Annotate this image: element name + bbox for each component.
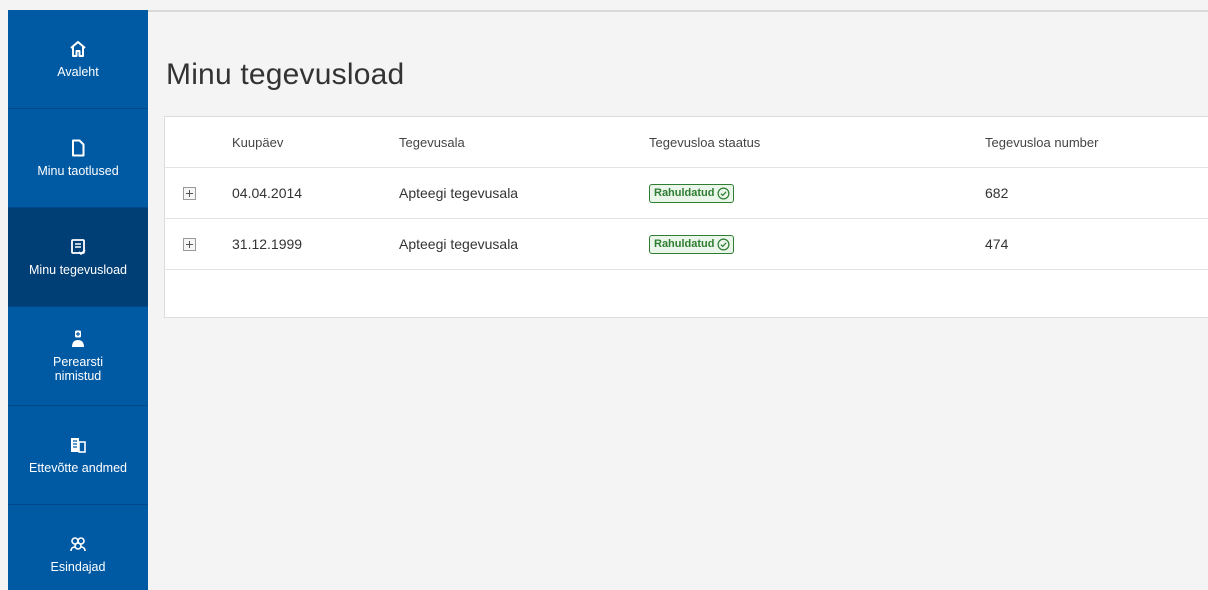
document-icon bbox=[68, 138, 88, 158]
check-circle-icon bbox=[717, 187, 730, 200]
table-header: Kuupäev Tegevusala Tegevusloa staatus Te… bbox=[165, 117, 1208, 168]
sidebar-item-label: Minu taotlused bbox=[37, 164, 119, 178]
column-header-number[interactable]: Tegevusloa number bbox=[985, 117, 1098, 167]
doctor-icon bbox=[68, 329, 88, 349]
status-badge: Rahuldatud bbox=[649, 183, 734, 203]
expand-row-button[interactable] bbox=[183, 186, 196, 200]
sidebar-item-ettevotte-andmed[interactable]: Ettevõtte andmed bbox=[8, 406, 148, 505]
column-header-tegevusala[interactable]: Tegevusala bbox=[399, 117, 465, 167]
status-badge: Rahuldatud bbox=[649, 234, 734, 254]
sidebar-item-esindajad[interactable]: Esindajad bbox=[8, 505, 148, 590]
licenses-table: Kuupäev Tegevusala Tegevusloa staatus Te… bbox=[164, 116, 1208, 318]
row-status: Rahuldatud bbox=[649, 219, 734, 269]
sidebar-item-perearsti-nimistud[interactable]: Perearsti nimistud bbox=[8, 307, 148, 406]
status-badge-label: Rahuldatud bbox=[654, 187, 715, 199]
expand-cell bbox=[183, 219, 203, 269]
license-icon bbox=[68, 237, 88, 257]
page-title: Minu tegevusload bbox=[166, 58, 405, 91]
table-row[interactable]: 31.12.1999 Apteegi tegevusala Rahuldatud… bbox=[165, 219, 1208, 270]
sidebar-item-label: Avaleht bbox=[57, 65, 99, 79]
people-icon bbox=[68, 534, 88, 554]
expand-cell bbox=[183, 168, 203, 218]
row-area: Apteegi tegevusala bbox=[399, 236, 519, 252]
sidebar-item-minu-taotlused[interactable]: Minu taotlused bbox=[8, 109, 148, 208]
row-area: Apteegi tegevusala bbox=[399, 185, 519, 201]
building-icon bbox=[68, 435, 88, 455]
row-number: 682 bbox=[985, 185, 1009, 201]
expand-row-button[interactable] bbox=[183, 237, 196, 251]
sidebar: Avaleht Minu taotlused Minu tegevusload … bbox=[8, 10, 148, 590]
table-row[interactable]: 04.04.2014 Apteegi tegevusala Rahuldatud… bbox=[165, 168, 1208, 219]
sidebar-item-minu-tegevusload[interactable]: Minu tegevusload bbox=[8, 208, 148, 307]
column-header-staatus[interactable]: Tegevusloa staatus bbox=[649, 117, 760, 167]
sidebar-item-label: Ettevõtte andmed bbox=[29, 461, 127, 475]
sidebar-item-avaleht[interactable]: Avaleht bbox=[8, 10, 148, 109]
top-divider bbox=[148, 10, 1208, 12]
sidebar-item-label: Esindajad bbox=[50, 560, 106, 574]
home-icon bbox=[68, 39, 88, 59]
row-number: 474 bbox=[985, 236, 1009, 252]
sidebar-item-label: Perearsti nimistud bbox=[52, 355, 104, 383]
sidebar-item-label: Minu tegevusload bbox=[29, 263, 127, 277]
check-circle-icon bbox=[717, 238, 730, 251]
row-date: 04.04.2014 bbox=[232, 185, 303, 201]
app: Avaleht Minu taotlused Minu tegevusload … bbox=[0, 0, 1208, 590]
column-header-kuupaev[interactable]: Kuupäev bbox=[232, 117, 283, 167]
row-status: Rahuldatud bbox=[649, 168, 734, 218]
row-date: 31.12.1999 bbox=[232, 236, 303, 252]
status-badge-label: Rahuldatud bbox=[654, 238, 715, 250]
